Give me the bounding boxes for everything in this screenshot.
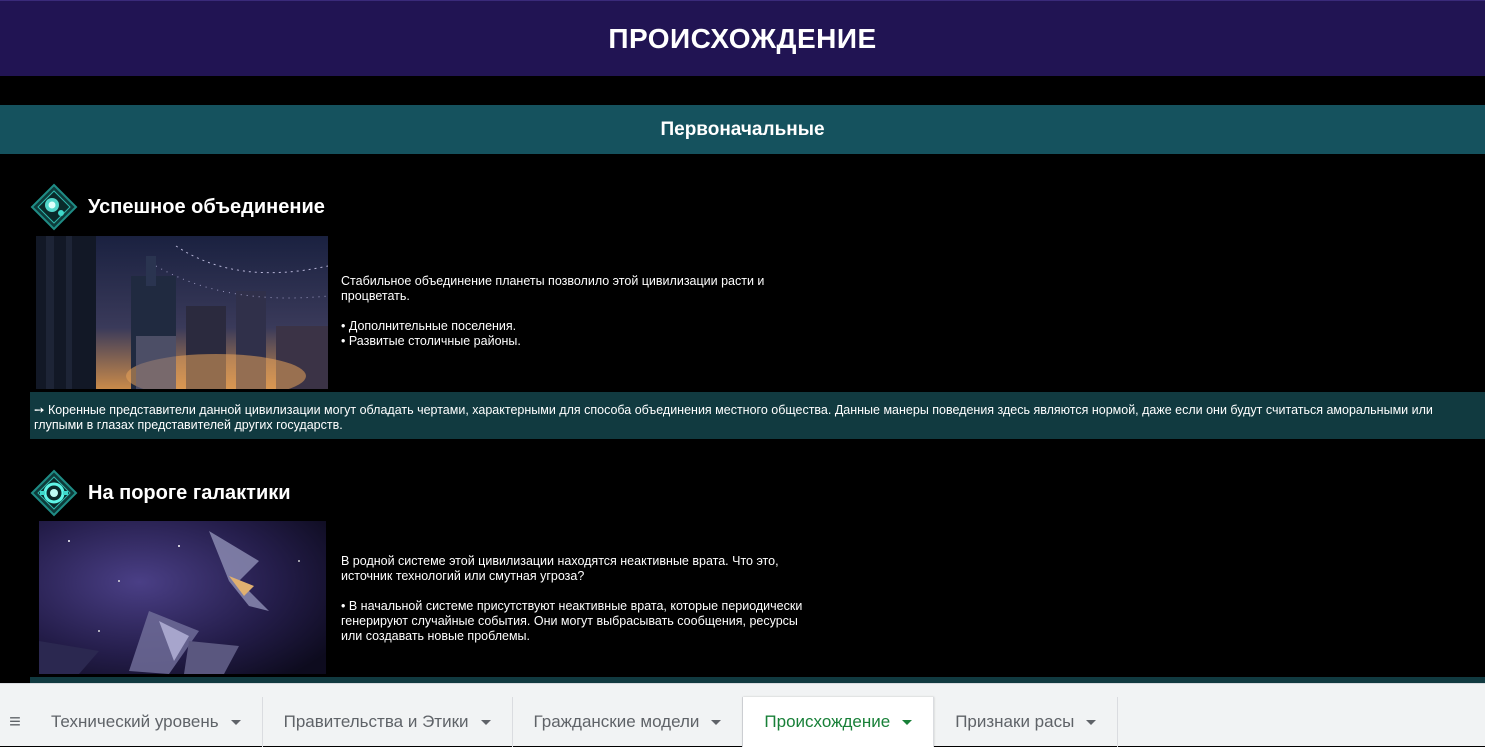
sheet-tab-civics[interactable]: Гражданские модели <box>513 697 744 747</box>
chevron-down-icon[interactable] <box>230 719 241 725</box>
city-skyline-image <box>36 236 328 389</box>
sheet-tab-label: Технический уровень <box>51 712 219 731</box>
sheet-tabs-bar: ≡ Технический уровень Правительства и Эт… <box>0 683 1485 747</box>
section-title: Первоначальные <box>660 118 825 140</box>
sheet-tab-governments[interactable]: Правительства и Этики <box>263 697 513 747</box>
origin-name: Успешное объединение <box>88 195 325 218</box>
sheet-tab-tech-level[interactable]: Технический уровень <box>30 697 263 747</box>
diamond-gate-icon <box>30 469 78 517</box>
page-header: ПРОИСХОЖДЕНИЕ <box>0 0 1485 76</box>
chevron-down-icon[interactable] <box>1086 719 1097 725</box>
origin-bullet: • В начальной системе присутствуют неакт… <box>341 599 803 643</box>
chevron-down-icon[interactable] <box>902 719 913 725</box>
origin-description: Стабильное объединение планеты позволило… <box>341 274 811 349</box>
origin-description-text: Стабильное объединение планеты позволило… <box>341 274 765 303</box>
section-header: Первоначальные <box>0 105 1485 154</box>
all-sheets-button[interactable]: ≡ <box>0 697 30 747</box>
origin-name: На пороге галактики <box>88 481 291 504</box>
sheet-tab-label: Происхождение <box>764 712 891 731</box>
origin-bullet: • Дополнительные поселения. <box>341 319 517 333</box>
sheet-tab-origins[interactable]: Происхождение <box>743 697 935 747</box>
space-ships-image <box>39 521 326 674</box>
chevron-down-icon[interactable] <box>711 719 722 725</box>
origin-description: В родной системе этой цивилизации находя… <box>341 554 811 644</box>
diamond-planet-icon <box>30 183 78 231</box>
origin-title-row: Успешное объединение <box>30 183 325 231</box>
page-title: ПРОИСХОЖДЕНИЕ <box>608 22 877 54</box>
sheet-tab-label: Гражданские модели <box>533 712 700 731</box>
origin-bullet: • Развитые столичные районы. <box>341 334 521 348</box>
sheet-tab-traits[interactable]: Признаки расы <box>934 697 1119 747</box>
origin-note: ➙ Коренные представители данной цивилиза… <box>30 392 1485 439</box>
origin-description-text: В родной системе этой цивилизации находя… <box>341 554 779 583</box>
origin-note-text: ➙ Коренные представители данной цивилиза… <box>34 403 1433 432</box>
chevron-down-icon[interactable] <box>480 719 491 725</box>
sheet-tab-label: Признаки расы <box>955 712 1075 731</box>
menu-icon: ≡ <box>9 710 21 733</box>
origin-title-row: На пороге галактики <box>30 469 291 517</box>
sheet-tab-label: Правительства и Этики <box>283 712 469 731</box>
